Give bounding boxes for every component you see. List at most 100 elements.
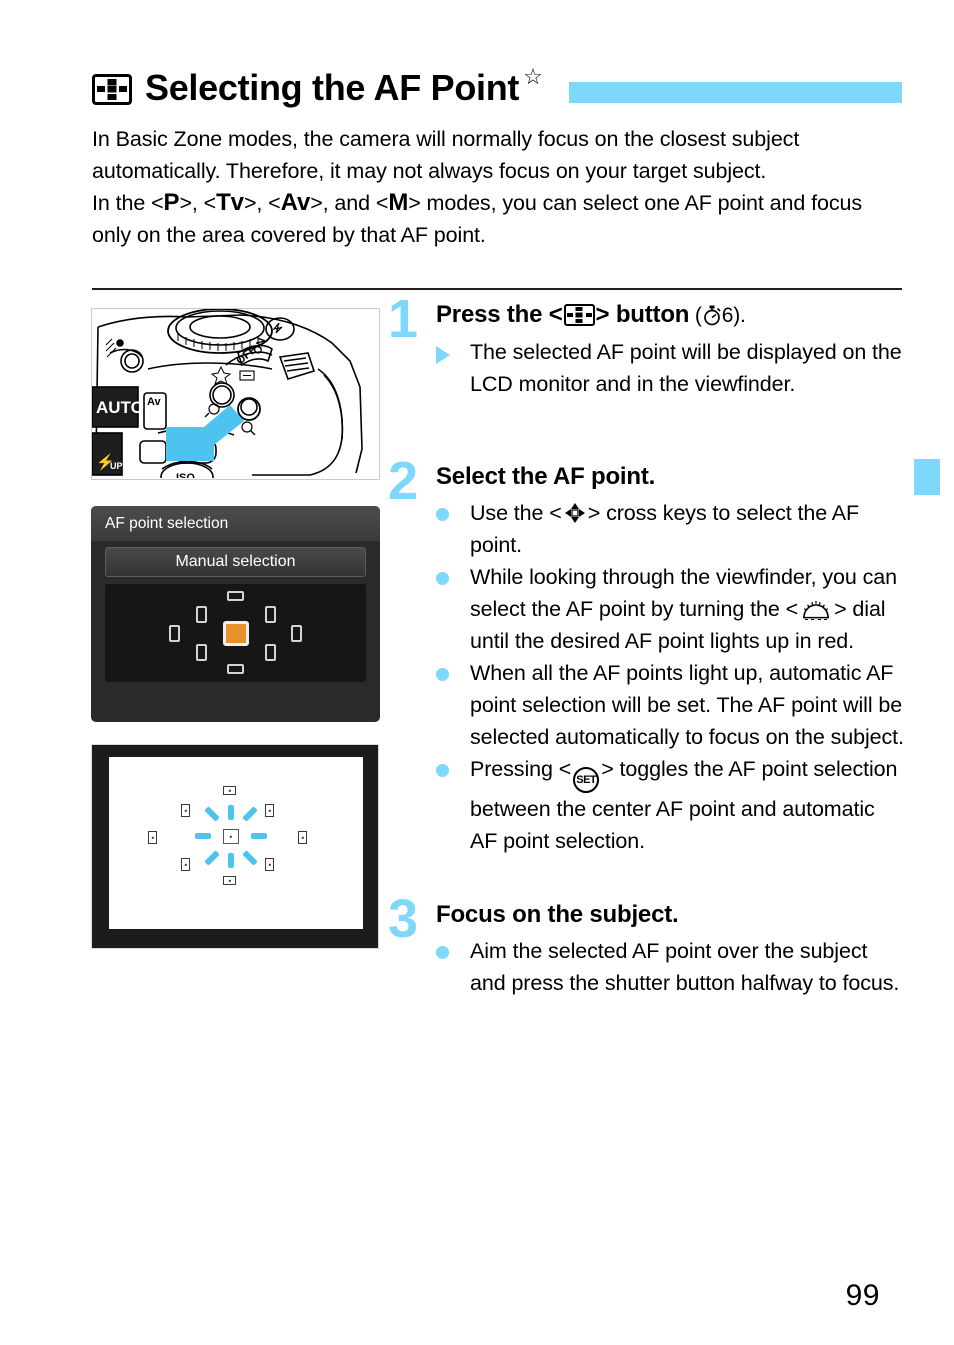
- page-heading: Selecting the AF Point ☆: [92, 60, 902, 116]
- viewfinder-illustration: [91, 744, 379, 949]
- step-2-bullet-4-pre: Pressing <: [470, 757, 572, 781]
- intro-p2-part-a: In the <: [92, 191, 164, 215]
- camera-top-illustration: AUTO DISP. ISO ON OFF Av ⚡ UP: [91, 308, 380, 480]
- lcd-af-point-field: [105, 584, 366, 682]
- vf-flash-ray-n: [228, 805, 234, 820]
- step-1-body: The selected AF point will be displayed …: [436, 336, 904, 400]
- lcd-af-point-top: [227, 591, 244, 601]
- intro-text: In Basic Zone modes, the camera will nor…: [92, 124, 904, 251]
- lcd-af-point-upper-left: [196, 606, 207, 623]
- triangle-bullet-icon: [436, 336, 470, 373]
- lcd-af-point-selection-screen: AF point selection Manual selection: [91, 506, 380, 722]
- vf-af-point-center: [223, 829, 239, 844]
- vf-af-point-upper-right: [265, 804, 274, 817]
- svg-text:UP: UP: [110, 461, 123, 471]
- dot-bullet-icon: [436, 935, 470, 968]
- cross-keys-icon: [564, 501, 586, 523]
- step-2-bullet-2-text: While looking through the viewfinder, yo…: [470, 561, 904, 657]
- step-2-bullet-1-pre: Use the <: [470, 501, 562, 525]
- vf-flash-ray-s: [228, 853, 234, 868]
- set-button-icon: SET: [573, 767, 600, 793]
- star-icon: ☆: [523, 64, 543, 89]
- step-2: 2 Select the AF point. Use the < > cross …: [388, 454, 904, 857]
- step-1: 1 Press the < > button (6). The selected …: [388, 292, 904, 400]
- main-dial-icon: [800, 597, 832, 621]
- step-1-heading-b: > button: [595, 301, 690, 328]
- step-1-paren-close: ).: [733, 304, 746, 327]
- intro-paragraph-2: In the <P>, <Tv>, <Av>, and <M> modes, y…: [92, 187, 904, 251]
- step-2-bullet-1: Use the < > cross keys to select the AF p…: [436, 497, 904, 561]
- steps-list: 1 Press the < > button (6). The selected …: [388, 292, 904, 999]
- step-2-number: 2: [388, 451, 419, 511]
- step-2-bullet-3: When all the AF points light up, automat…: [436, 657, 904, 753]
- vf-flash-ray-ne: [242, 806, 258, 822]
- mode-m: M: [388, 189, 409, 216]
- af-point-selection-icon: [92, 73, 132, 105]
- dot-bullet-icon: [436, 497, 470, 530]
- mode-av: Av: [280, 189, 311, 216]
- section-divider: [92, 288, 902, 290]
- step-3-body: Aim the selected AF point over the subje…: [436, 935, 904, 999]
- step-1-heading: Press the < > button (6).: [436, 300, 904, 331]
- step-2-body: Use the < > cross keys to select the AF p…: [436, 497, 904, 857]
- vf-af-point-lower-left: [181, 858, 190, 871]
- vf-flash-ray-sw: [204, 850, 220, 866]
- vf-af-point-upper-left: [181, 804, 190, 817]
- intro-p2-part-b: >, <: [179, 191, 217, 215]
- step-3-number: 3: [388, 889, 419, 949]
- step-2-bullet-4: Pressing < SET > toggles the AF point sele…: [436, 753, 904, 857]
- lcd-af-point-right: [291, 625, 302, 642]
- vf-flash-ray-nw: [204, 806, 220, 822]
- step-1-heading-a: Press the <: [436, 301, 563, 328]
- intro-p2-part-d: >, and <: [310, 191, 389, 215]
- vf-flash-ray-e: [251, 833, 267, 839]
- lcd-af-point-left: [169, 625, 180, 642]
- dot-bullet-icon: [436, 561, 470, 594]
- lcd-screen-title: AF point selection: [91, 506, 380, 541]
- vf-af-point-lower-right: [265, 858, 274, 871]
- step-2-bullet-1-text: Use the < > cross keys to select the AF p…: [470, 497, 904, 561]
- step-1-number: 1: [388, 289, 419, 349]
- lcd-af-point-lower-right: [265, 644, 276, 661]
- heading-accent-bar: [568, 81, 902, 103]
- step-2-heading: Select the AF point.: [436, 463, 656, 490]
- vf-flash-ray-w: [195, 833, 211, 839]
- page-number: 99: [845, 1279, 880, 1312]
- step-2-bullet-3-text: When all the AF points light up, automat…: [470, 661, 904, 749]
- vf-af-point-right: [298, 831, 307, 844]
- step-2-bullet-4-text: Pressing < SET > toggles the AF point sele…: [470, 753, 904, 857]
- lcd-af-point-lower-left: [196, 644, 207, 661]
- mode-tv: Tv: [216, 189, 244, 216]
- step-2-bullet-2-pre: While looking through the viewfinder, yo…: [470, 565, 897, 621]
- page-title: Selecting the AF Point: [145, 67, 520, 108]
- step-3: 3 Focus on the subject. Aim the selected…: [388, 892, 904, 999]
- svg-text:Av: Av: [147, 396, 162, 408]
- step-1-bullet-1-text: The selected AF point will be displayed …: [470, 340, 902, 396]
- af-point-button-icon: [563, 304, 595, 326]
- svg-text:AUTO: AUTO: [96, 398, 144, 417]
- step-2-bullet-2: While looking through the viewfinder, yo…: [436, 561, 904, 657]
- vf-af-point-bottom: [223, 876, 236, 885]
- step-1-paren-open: (: [689, 304, 702, 327]
- lcd-af-point-upper-right: [265, 606, 276, 623]
- intro-p2-part-c: >, <: [243, 191, 281, 215]
- lcd-af-point-bottom: [227, 664, 244, 674]
- dot-bullet-icon: [436, 657, 470, 690]
- step-1-bullet-1: The selected AF point will be displayed …: [436, 336, 904, 400]
- step-3-bullet-1: Aim the selected AF point over the subje…: [436, 935, 904, 999]
- chapter-edge-tab: [914, 459, 940, 495]
- viewfinder-frame: [109, 757, 363, 929]
- mode-p: P: [163, 189, 180, 216]
- timer-6sec-icon: [702, 304, 722, 326]
- vf-flash-ray-se: [242, 850, 258, 866]
- step-3-heading: Focus on the subject.: [436, 901, 679, 928]
- dot-bullet-icon: [436, 753, 470, 786]
- lcd-af-point-center: [223, 621, 249, 646]
- vf-af-point-top: [223, 786, 236, 795]
- intro-paragraph-1: In Basic Zone modes, the camera will nor…: [92, 127, 800, 183]
- step-1-timer-value: 6: [721, 304, 734, 327]
- manual-page: Selecting the AF Point ☆ In Basic Zone m…: [0, 0, 954, 1345]
- lcd-selection-mode: Manual selection: [105, 547, 366, 577]
- vf-af-point-left: [148, 831, 157, 844]
- svg-text:ISO: ISO: [176, 472, 195, 478]
